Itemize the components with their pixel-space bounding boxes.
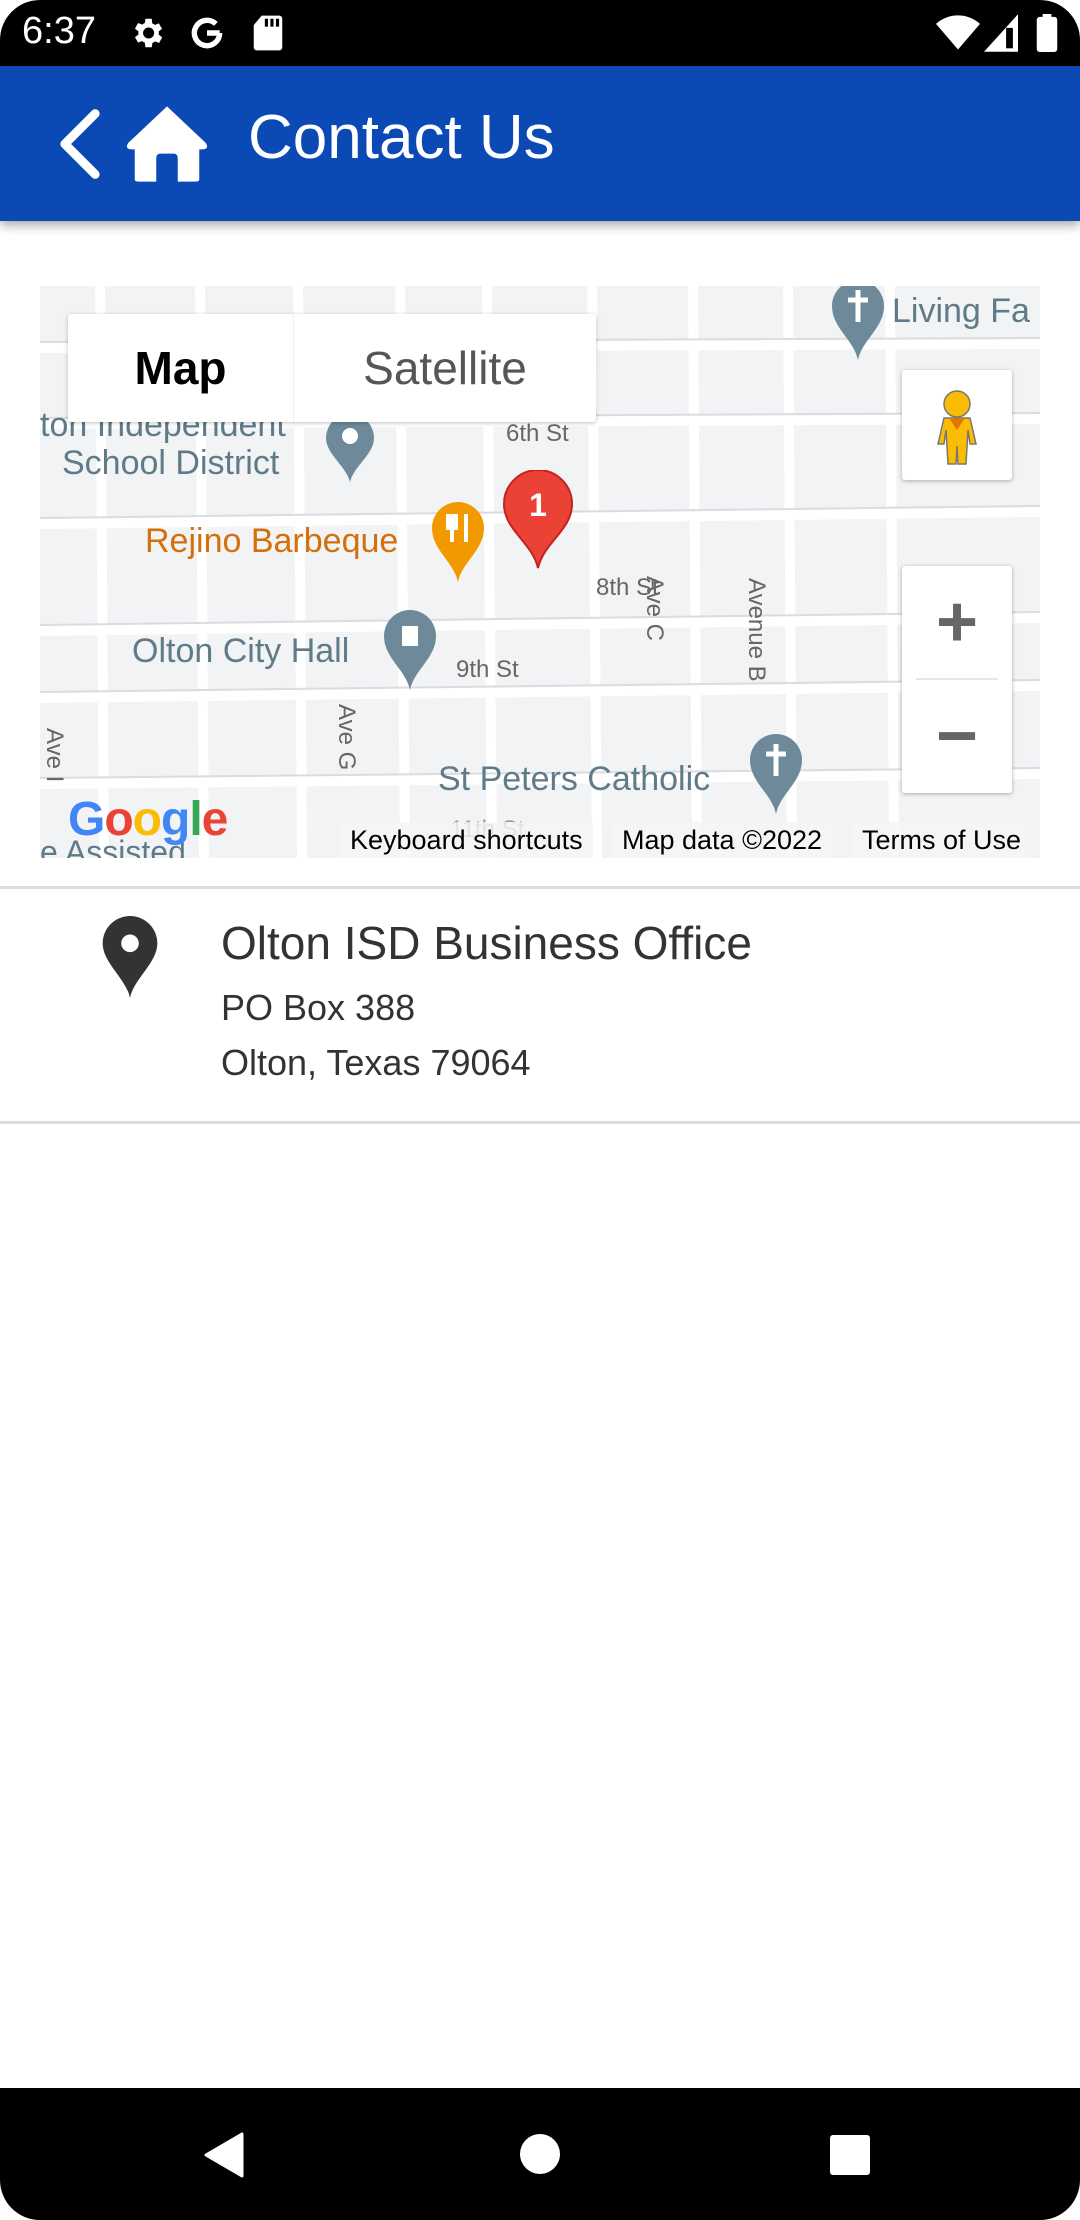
map-type-control: Map Satellite bbox=[68, 314, 596, 422]
contact-item[interactable]: Olton ISD Business Office PO Box 388 Olt… bbox=[0, 890, 1080, 1122]
google-g-icon bbox=[191, 17, 223, 49]
map-label-ave-g: Ave G bbox=[333, 704, 360, 771]
map-type-satellite-button[interactable]: Satellite bbox=[293, 314, 596, 422]
map-label-city-hall: Olton City Hall bbox=[132, 632, 350, 670]
street-view-button[interactable] bbox=[902, 370, 1012, 480]
address-line-2: Olton, Texas 79064 bbox=[221, 1042, 531, 1083]
home-circle-icon[interactable] bbox=[519, 2133, 561, 2175]
map-label-restaurant: Rejino Barbeque bbox=[145, 522, 399, 560]
map-view[interactable]: ton Independent School District Olton 6t… bbox=[40, 286, 1040, 858]
gear-icon bbox=[134, 18, 163, 48]
status-time: 6:37 bbox=[22, 10, 96, 52]
page-title: Contact Us bbox=[248, 103, 555, 172]
app-bar: Contact Us bbox=[0, 66, 1080, 221]
school-pin-icon[interactable] bbox=[322, 414, 378, 482]
keyboard-shortcuts-link[interactable]: Keyboard shortcuts bbox=[340, 822, 593, 858]
address-line-1: PO Box 388 bbox=[221, 987, 416, 1028]
zoom-out-button[interactable]: − bbox=[902, 680, 1012, 792]
chevron-left-icon[interactable] bbox=[52, 106, 108, 182]
divider-top bbox=[0, 886, 1080, 889]
contact-name: Olton ISD Business Office bbox=[221, 917, 752, 969]
wifi-icon bbox=[936, 15, 980, 50]
map-label-9th-st: 9th St bbox=[456, 656, 519, 683]
map-label-school-2: School District bbox=[62, 444, 280, 482]
back-triangle-icon[interactable] bbox=[204, 2132, 244, 2178]
home-icon[interactable] bbox=[124, 104, 210, 184]
location-marker-icon[interactable]: 1 bbox=[502, 470, 574, 570]
church-pin-icon[interactable] bbox=[748, 734, 804, 814]
google-logo: Google bbox=[68, 793, 228, 846]
pegman-icon bbox=[937, 390, 977, 465]
map-label-ave-i: Ave I bbox=[41, 728, 68, 783]
map-pin-icon bbox=[102, 916, 158, 998]
map-label-avenue-b: Avenue B bbox=[743, 578, 770, 682]
map-type-map-button[interactable]: Map bbox=[68, 314, 293, 422]
battery-icon bbox=[1036, 14, 1058, 52]
recents-square-icon[interactable] bbox=[829, 2134, 871, 2176]
map-data-link[interactable]: Map data ©2022 bbox=[612, 822, 833, 858]
map-label-6th-st: 6th St bbox=[506, 420, 569, 447]
zoom-control: + − bbox=[902, 566, 1012, 793]
living-faith-pin-icon[interactable] bbox=[830, 286, 886, 360]
map-label-ave-c: Ave C bbox=[641, 576, 668, 641]
map-label-living-faith: Living Fa bbox=[892, 292, 1030, 330]
zoom-in-button[interactable]: + bbox=[902, 566, 1012, 678]
terms-of-use-link[interactable]: Terms of Use bbox=[852, 822, 1032, 858]
system-nav-bar bbox=[0, 2088, 1080, 2220]
divider-bottom bbox=[0, 1121, 1080, 1124]
status-bar: 6:37 bbox=[0, 0, 1080, 66]
city-hall-pin-icon[interactable] bbox=[382, 610, 438, 690]
cell-signal-icon bbox=[984, 14, 1018, 52]
map-label-church: St Peters Catholic bbox=[438, 760, 711, 798]
marker-label: 1 bbox=[529, 487, 547, 523]
sd-card-icon bbox=[253, 15, 283, 51]
restaurant-pin-icon[interactable] bbox=[430, 502, 486, 582]
